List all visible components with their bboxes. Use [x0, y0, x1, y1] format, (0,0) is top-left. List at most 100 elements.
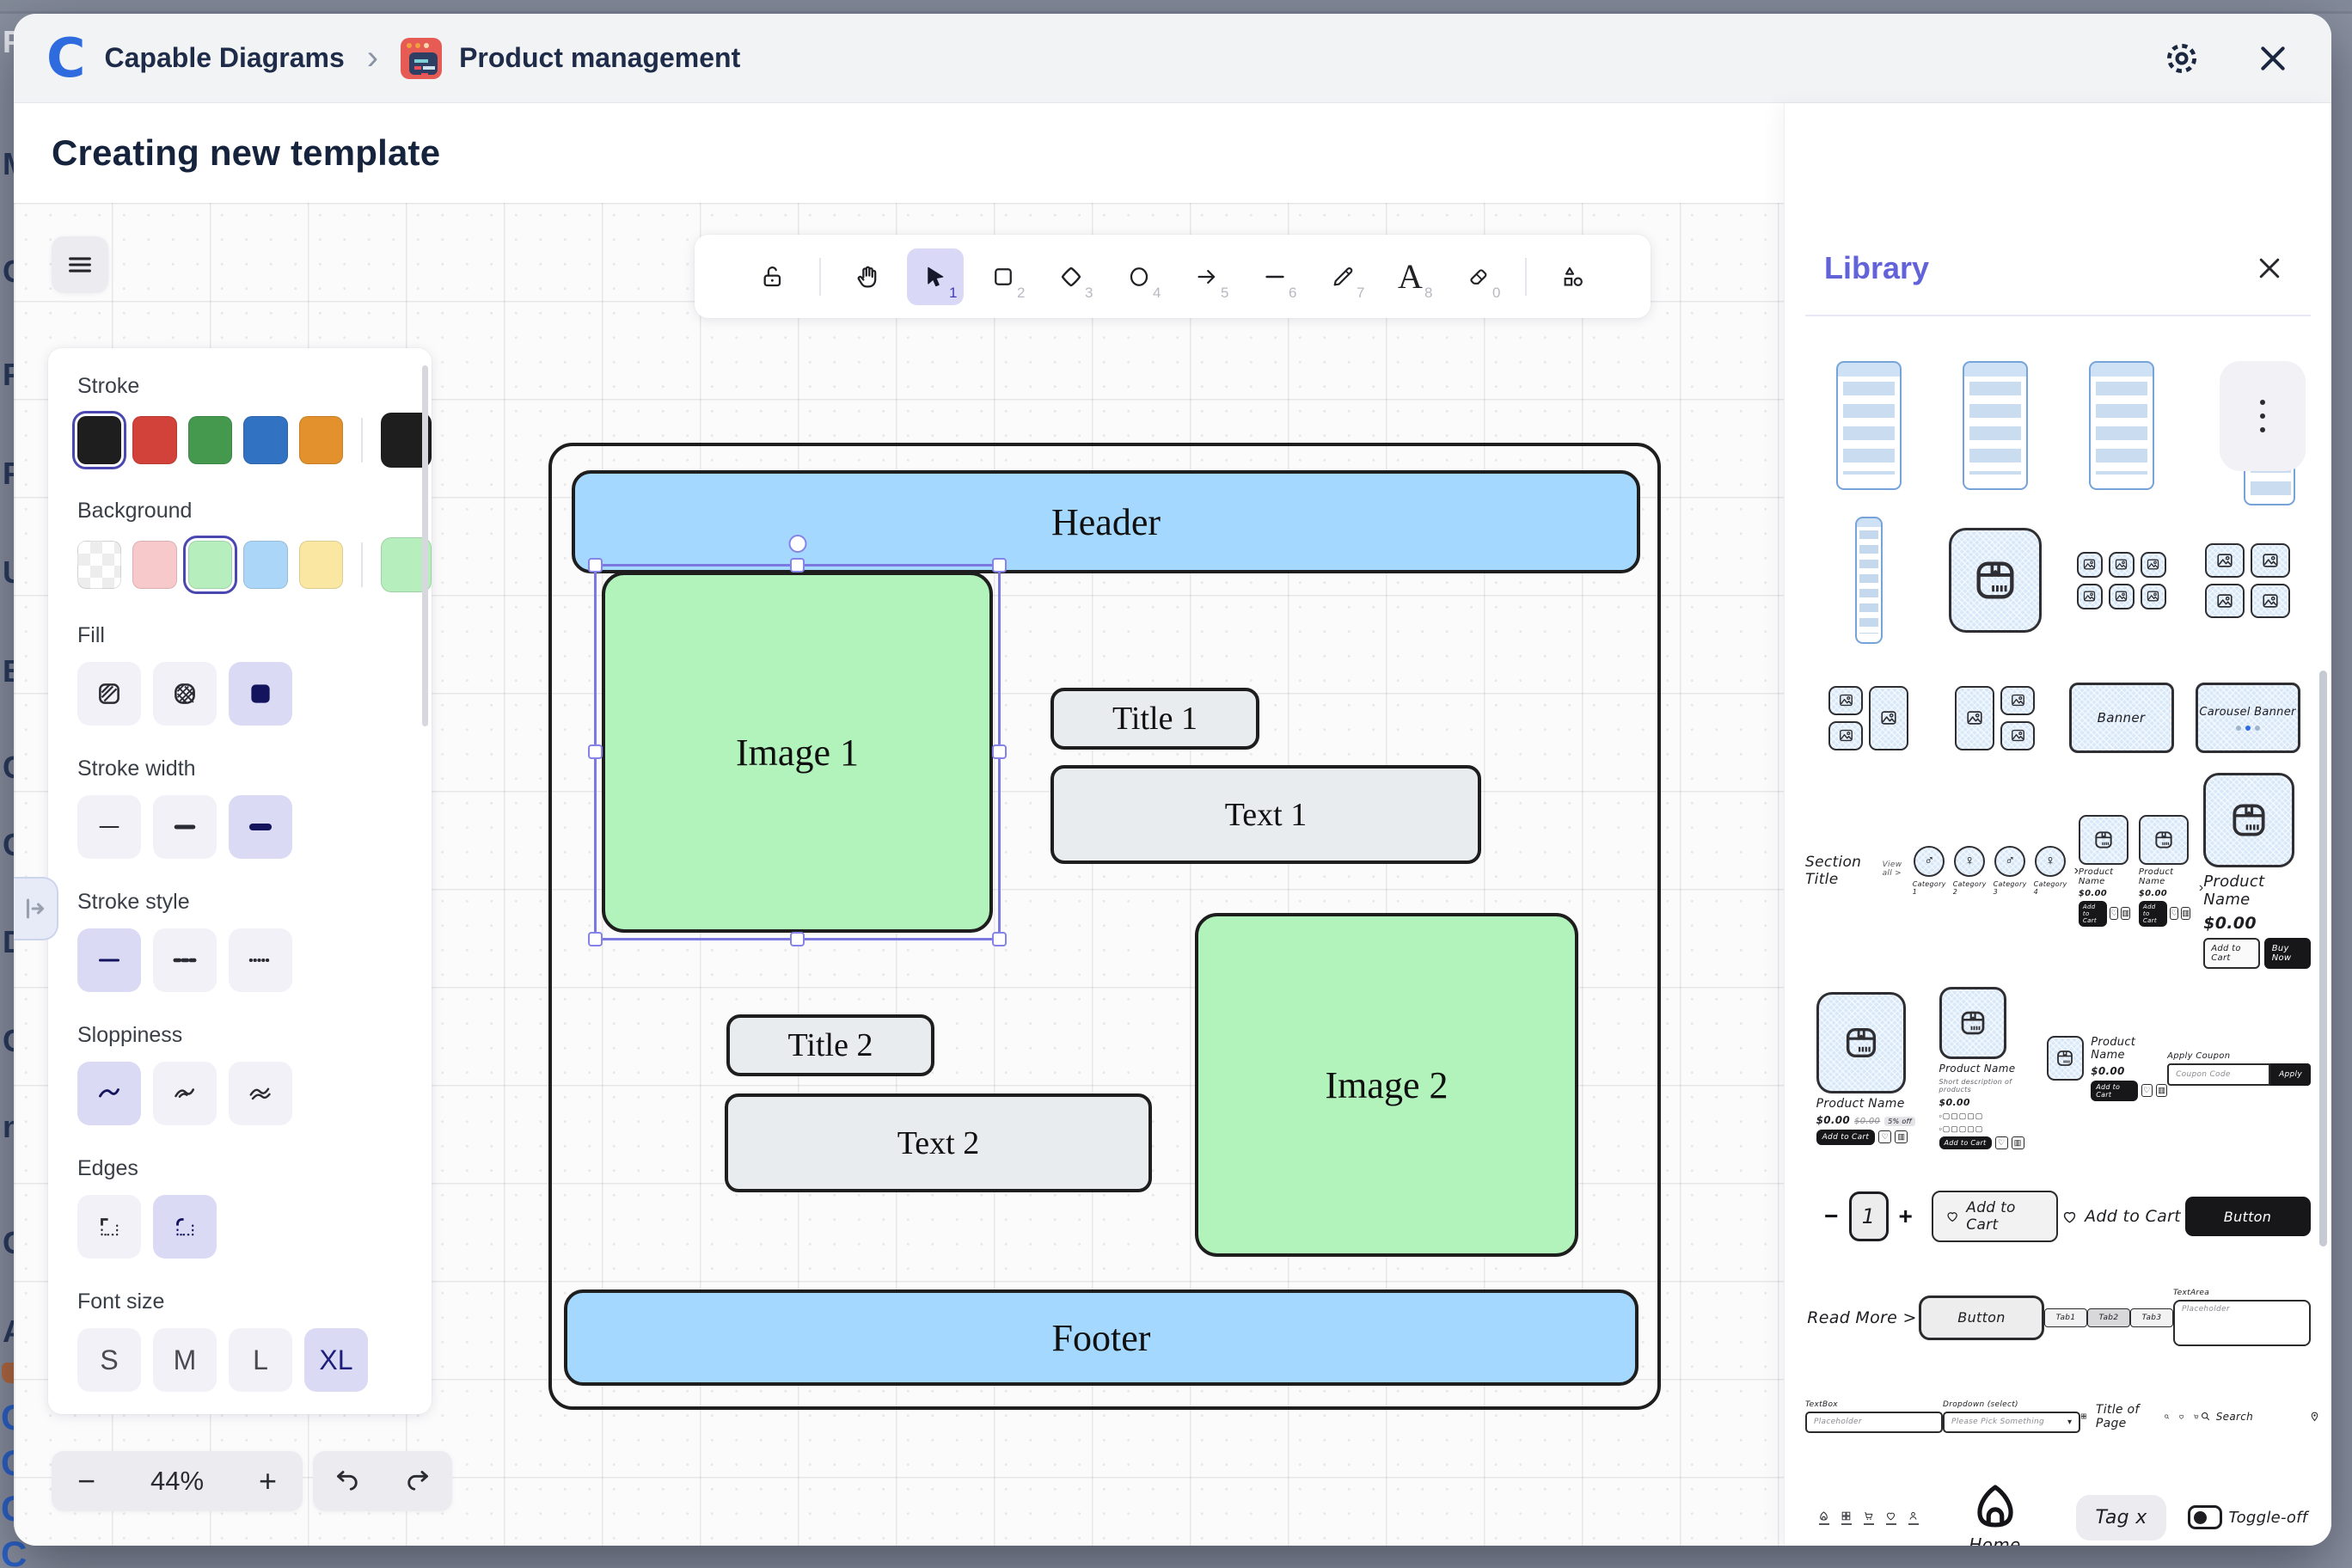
resize-handle-bottom[interactable]: [790, 932, 805, 946]
shape-text-2[interactable]: Text 2: [725, 1093, 1152, 1192]
lock-tool-icon[interactable]: [744, 248, 801, 305]
resize-handle-top[interactable]: [790, 558, 805, 573]
resize-handle-left[interactable]: [588, 744, 603, 759]
library-item-read-more[interactable]: Read More >: [1805, 1272, 1919, 1363]
fill-solid-button[interactable]: [229, 662, 292, 726]
resize-handle-top-left[interactable]: [588, 558, 603, 573]
edges-sharp-button[interactable]: [77, 1195, 141, 1259]
library-item-add-to-cart-button[interactable]: Add to Cart: [1932, 1186, 2058, 1246]
stroke-color-black[interactable]: [77, 416, 121, 464]
settings-gear-icon[interactable]: [2161, 38, 2202, 79]
rectangle-tool-icon[interactable]: 2: [975, 248, 1032, 305]
rotate-handle[interactable]: [788, 535, 806, 553]
background-color-transparent[interactable]: [77, 541, 121, 589]
stroke-color-green[interactable]: [188, 416, 232, 464]
undo-icon[interactable]: [327, 1461, 368, 1502]
library-more-menu-button[interactable]: [2220, 361, 2306, 471]
library-item-phone-checkout[interactable]: [1932, 361, 2058, 490]
library-item-apply-coupon[interactable]: Apply Coupon Coupon Code Apply: [2167, 976, 2311, 1161]
hand-tool-icon[interactable]: [839, 248, 896, 305]
shape-title-1[interactable]: Title 1: [1050, 688, 1259, 750]
breadcrumb-doc-name[interactable]: Product management: [459, 42, 740, 74]
app-logo[interactable]: C: [46, 32, 86, 85]
sloppiness-artist-button[interactable]: [153, 1062, 217, 1125]
library-item-phone-catalog[interactable]: [1805, 361, 1932, 490]
coupon-input[interactable]: Coupon Code: [2167, 1063, 2270, 1086]
stroke-color-orange[interactable]: [299, 416, 343, 464]
toggle-switch-icon[interactable]: [2188, 1505, 2222, 1529]
diamond-tool-icon[interactable]: 3: [1043, 248, 1099, 305]
font-size-m-button[interactable]: M: [153, 1328, 217, 1392]
library-item-phone-cart[interactable]: [2058, 361, 2184, 490]
sloppiness-cartoonist-button[interactable]: [229, 1062, 292, 1125]
stroke-style-solid-button[interactable]: [77, 928, 141, 992]
shape-text-1[interactable]: Text 1: [1050, 765, 1481, 864]
stroke-color-red[interactable]: [132, 416, 176, 464]
textarea-input[interactable]: Placeholder: [2173, 1300, 2311, 1346]
stepper-value[interactable]: 1: [1849, 1191, 1889, 1241]
library-item-section-title[interactable]: Section Title View all >: [1805, 791, 1913, 950]
library-item-gallery-a[interactable]: [1805, 671, 1932, 765]
font-size-xl-button[interactable]: XL: [304, 1328, 368, 1392]
library-item-toggle-off[interactable]: Toggle-off: [2184, 1470, 2311, 1546]
font-size-s-button[interactable]: S: [77, 1328, 141, 1392]
draw-tool-icon[interactable]: 7: [1314, 248, 1371, 305]
library-item-product-image-large[interactable]: [1932, 516, 2058, 645]
library-item-product-row[interactable]: Product Name $0.00 Add to Cart ♡▥: [2047, 976, 2167, 1161]
canvas[interactable]: 1 2 3 4 5 6 7: [14, 203, 1784, 1546]
library-item-phone-products[interactable]: [2184, 361, 2311, 490]
library-item-categories[interactable]: ♂Category 1 ♀Category 2 ♂Category 3 ♀Cat…: [1913, 791, 2079, 950]
background-color-pink[interactable]: [132, 541, 176, 589]
library-item-product-card-description[interactable]: Product Name Short description of produc…: [1926, 976, 2046, 1161]
library-item-banner[interactable]: Banner: [2058, 671, 2184, 765]
shape-footer[interactable]: Footer: [564, 1289, 1638, 1386]
library-item-product-card-large[interactable]: Product Name $0.00 Add to Cart Buy Now: [2203, 791, 2311, 950]
panel-scrollbar[interactable]: [422, 365, 428, 726]
shapes-tool-icon[interactable]: [1545, 248, 1602, 305]
zoom-in-button[interactable]: +: [259, 1466, 277, 1497]
library-item-tabs[interactable]: Tab1 Tab2 Tab3: [2044, 1272, 2173, 1363]
close-icon[interactable]: [2252, 38, 2294, 79]
tab-2[interactable]: Tab2: [2087, 1308, 2130, 1327]
library-item-quantity-stepper[interactable]: − 1 +: [1805, 1186, 1932, 1246]
stroke-width-bold-button[interactable]: [153, 795, 217, 859]
library-item-page-header[interactable]: Title of Page: [2080, 1388, 2200, 1444]
font-size-l-button[interactable]: L: [229, 1328, 292, 1392]
eraser-tool-icon[interactable]: 0: [1450, 248, 1507, 305]
library-item-button-filled[interactable]: Button: [2184, 1186, 2311, 1246]
library-item-textarea[interactable]: TextArea Placeholder: [2173, 1272, 2311, 1363]
library-item-image-grid-3x2[interactable]: [2058, 516, 2184, 645]
library-item-search-bar[interactable]: Search: [2200, 1388, 2320, 1444]
library-item-button-outline[interactable]: Button: [1919, 1272, 2044, 1363]
arrow-tool-icon[interactable]: 5: [1179, 248, 1235, 305]
stepper-plus[interactable]: +: [1899, 1203, 1913, 1230]
resize-handle-right[interactable]: [992, 744, 1007, 759]
background-color-blue[interactable]: [243, 541, 287, 589]
library-item-product-card-image[interactable]: Product Name $0.00 $0.00 5% off Add to C…: [1805, 976, 1926, 1161]
menu-hamburger-button[interactable]: [52, 236, 108, 293]
fill-hachure-button[interactable]: [77, 662, 141, 726]
shape-image-2[interactable]: Image 2: [1195, 913, 1578, 1257]
stepper-minus[interactable]: −: [1824, 1203, 1838, 1230]
resize-handle-top-right[interactable]: [992, 558, 1007, 573]
sidebar-expand-toggle[interactable]: [14, 877, 58, 940]
library-item-gallery-b[interactable]: [1932, 671, 2058, 765]
background-color-yellow[interactable]: [299, 541, 343, 589]
stroke-style-dotted-button[interactable]: [229, 928, 292, 992]
stroke-style-dashed-button[interactable]: [153, 928, 217, 992]
tab-1[interactable]: Tab1: [2044, 1308, 2087, 1327]
redo-icon[interactable]: [397, 1461, 438, 1502]
library-item-bottom-nav[interactable]: [1805, 1470, 1932, 1546]
library-item-tag-chip[interactable]: Tag x: [2058, 1470, 2184, 1546]
text-tool-icon[interactable]: A 8: [1382, 248, 1439, 305]
library-item-long-page[interactable]: [1805, 516, 1932, 645]
library-item-image-grid-2x2[interactable]: [2184, 516, 2311, 645]
selection-box[interactable]: [594, 564, 1001, 940]
library-item-carousel-banner[interactable]: Carousel Banner: [2184, 671, 2311, 765]
shape-header[interactable]: Header: [572, 470, 1640, 573]
library-item-textbox[interactable]: TextBox Placeholder: [1805, 1388, 1943, 1444]
shape-title-2[interactable]: Title 2: [726, 1014, 934, 1076]
resize-handle-bottom-right[interactable]: [992, 932, 1007, 946]
sloppiness-architect-button[interactable]: [77, 1062, 141, 1125]
library-item-add-to-cart-text[interactable]: Add to Cart: [2058, 1186, 2184, 1246]
